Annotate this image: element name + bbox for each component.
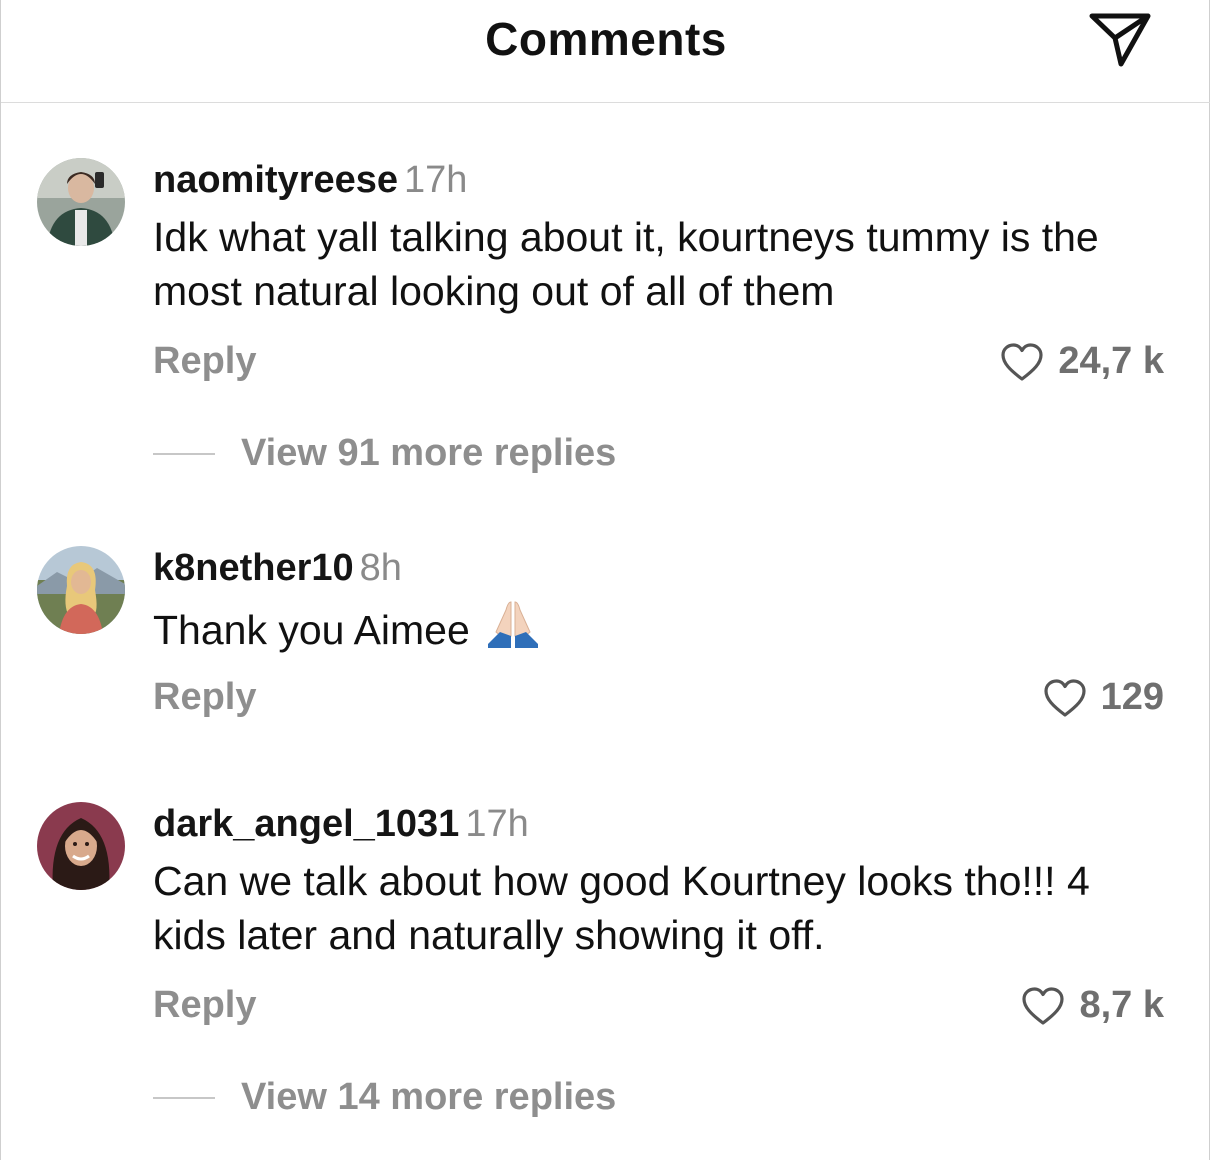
avatar[interactable] bbox=[37, 158, 125, 246]
like-button[interactable]: 24,7 k bbox=[1000, 340, 1164, 383]
replies-divider bbox=[153, 452, 215, 455]
like-button[interactable]: 129 bbox=[1043, 676, 1164, 719]
replies-divider bbox=[153, 1096, 215, 1099]
like-count: 129 bbox=[1100, 676, 1164, 718]
view-replies-label: View 14 more replies bbox=[241, 1076, 617, 1118]
comment-meta: naomityreese 17h bbox=[153, 158, 467, 202]
paper-plane-icon[interactable] bbox=[1087, 10, 1153, 70]
heart-icon bbox=[1001, 342, 1043, 381]
username[interactable]: k8nether10 bbox=[153, 547, 354, 589]
reply-button[interactable]: Reply bbox=[153, 340, 256, 383]
view-replies-button[interactable]: View 91 more replies bbox=[153, 432, 616, 475]
header: Comments bbox=[1, 0, 1210, 103]
comment-text-content: Thank you Aimee bbox=[153, 607, 470, 653]
comments-screen: Comments naomityreese 17h Idk what yall t… bbox=[0, 0, 1210, 1160]
folded-hands-emoji bbox=[484, 598, 542, 663]
heart-icon bbox=[1043, 678, 1086, 717]
like-count: 24,7 k bbox=[1058, 340, 1164, 382]
reply-button[interactable]: Reply bbox=[153, 676, 256, 719]
view-replies-label: View 91 more replies bbox=[241, 432, 617, 474]
avatar[interactable] bbox=[37, 546, 125, 634]
comment-text: Can we talk about how good Kourtney look… bbox=[153, 858, 1090, 958]
like-count: 8,7 k bbox=[1079, 984, 1164, 1026]
username[interactable]: dark_angel_1031 bbox=[153, 803, 459, 845]
username[interactable]: naomityreese bbox=[153, 159, 398, 201]
page-title: Comments bbox=[485, 13, 727, 65]
reply-button[interactable]: Reply bbox=[153, 984, 256, 1027]
comment-meta: dark_angel_1031 17h bbox=[153, 802, 529, 846]
timestamp: 8h bbox=[359, 547, 402, 589]
like-button[interactable]: 8,7 k bbox=[1021, 984, 1164, 1027]
timestamp: 17h bbox=[465, 803, 529, 845]
comment-text: Idk what yall talking about it, kourtney… bbox=[153, 214, 1099, 314]
timestamp: 17h bbox=[404, 159, 468, 201]
heart-icon bbox=[1022, 986, 1065, 1025]
view-replies-button[interactable]: View 14 more replies bbox=[153, 1076, 616, 1119]
comment-meta: k8nether10 8h bbox=[153, 546, 402, 590]
comment-text: Thank you Aimee bbox=[153, 598, 1173, 663]
avatar[interactable] bbox=[37, 802, 125, 890]
